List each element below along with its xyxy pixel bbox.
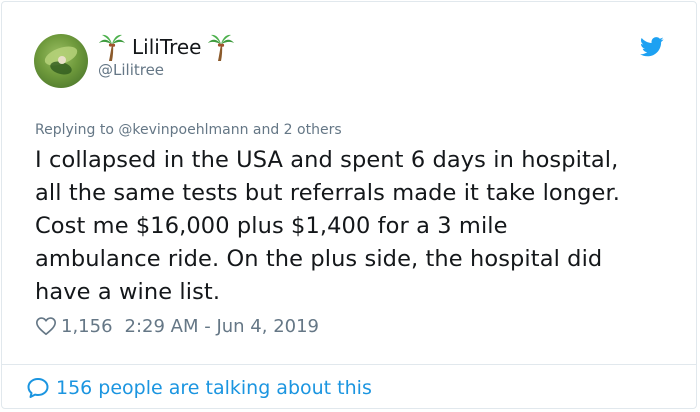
- tweet-text-line: I collapsed in the USA and spent 6 days …: [35, 147, 619, 173]
- tweet-timestamp[interactable]: 2:29 AM - Jun 4, 2019: [125, 316, 319, 337]
- palm-tree-icon: [99, 34, 125, 61]
- divider: [2, 364, 696, 365]
- tweet-text-line: ambulance ride. On the plus side, the ho…: [35, 246, 603, 272]
- author-handle[interactable]: @Lilitree: [98, 61, 164, 79]
- tweet-text-line: Cost me $16,000 plus $1,400 for a 3 mile: [35, 213, 508, 239]
- palm-tree-icon: [208, 34, 235, 61]
- avatar[interactable]: [34, 34, 88, 88]
- avatar-detail: [58, 56, 66, 64]
- twitter-bird-icon[interactable]: [640, 36, 664, 58]
- like-count[interactable]: 1,156: [61, 316, 113, 337]
- tweet-text: I collapsed in the USA and spent 6 days …: [35, 144, 675, 309]
- conversation-link[interactable]: 156 people are talking about this: [26, 374, 372, 402]
- speech-bubble-icon: [27, 378, 49, 398]
- author-display-name[interactable]: LiliTree: [132, 35, 201, 59]
- tweet-text-line: have a wine list.: [35, 279, 221, 305]
- conversation-link-label[interactable]: 156 people are talking about this: [56, 377, 372, 399]
- author-name-row[interactable]: LiliTree: [98, 32, 235, 62]
- tweet-card: LiliTree @Lilitree Replying to @kevinpoe…: [1, 1, 697, 409]
- reply-context[interactable]: Replying to @kevinpoehlmann and 2 others: [35, 122, 342, 138]
- heart-icon[interactable]: [35, 315, 57, 337]
- tweet-text-line: all the same tests but referrals made it…: [35, 180, 621, 206]
- tweet-meta: 1,156 2:29 AM - Jun 4, 2019: [35, 313, 319, 339]
